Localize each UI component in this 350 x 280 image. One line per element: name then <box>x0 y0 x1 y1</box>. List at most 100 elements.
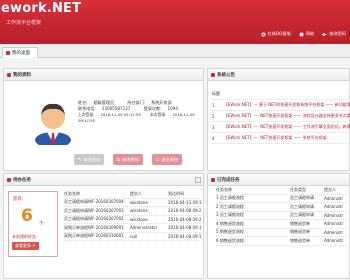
app-subtitle: 工作流平台框架 <box>6 20 42 26</box>
logout-icon: ⏻ <box>156 157 160 162</box>
desktop-icon <box>6 51 10 55</box>
header-links: 在线QQ客服 ? 帮助 修改密码 <box>261 31 346 37</box>
list-item[interactable]: 2 【EWork.NET】— .NET快速开发框架 —— 流程设计器支持更多节点… <box>212 111 350 122</box>
notice-link[interactable]: 【EWork.NET】— .NET快速开发框架 —— 系统平台框架 <box>224 135 350 141</box>
table-row[interactable]: 2 员工请假流程 员工请假申请 Administr <box>216 203 350 212</box>
last-login-value: 2016-11-09 09:12:59 <box>100 112 141 117</box>
submitter: Administr <box>324 195 344 201</box>
table-row[interactable]: 4 销售退货流程 销售退货单 Administr <box>216 220 350 229</box>
table-row[interactable]: 采购订单流程WF-20160309001 Administrator 2016-… <box>64 224 202 233</box>
task-name-text: 销售退货流程 <box>219 229 244 235</box>
notice-link[interactable]: 【EWork.NET】— 基于.NET的快速开发和系统平台框架 —— 新功能发布… <box>224 102 350 108</box>
arrival-time: 2016-04-08 09:1 <box>168 225 202 231</box>
help-label: 帮助 <box>305 31 315 36</box>
name-value: 超级管理员 <box>93 100 115 105</box>
change-password-button[interactable]: ⚿ 修改密码 <box>113 154 143 165</box>
task-name[interactable]: 员工请假申请WF-20160307002 <box>64 216 130 222</box>
list-item[interactable]: 3 【EWork.NET】— .NET快速开发框架 —— 工作流引擎全面优化，新… <box>212 122 350 133</box>
profile-panel: 我的资料 姓名: 超级管理员 所在部门: 系统开发部 联系电话: 1300558712… <box>3 68 204 171</box>
change-password-label: 修改密码 <box>329 31 346 36</box>
task-name[interactable]: 2 员工请假流程 <box>216 204 290 210</box>
table-row[interactable]: 员工请假申请WF-20160307003 wikstone 2016-04-08… <box>64 207 202 216</box>
column-header: 任务名称 <box>64 190 80 196</box>
profile-info: 姓名: 超级管理员 所在部门: 系统开发部 联系电话: 13005587127 登录次… <box>78 100 203 124</box>
done-table: 任务名称 任务类型 提交人 1 员工请假流程 员工请假申请 Administr … <box>216 186 350 246</box>
arrival-time: 2016-04-08 09:2 <box>168 208 202 214</box>
task-name-text: 员工请假流程 <box>219 212 244 218</box>
panel-icon <box>7 177 11 182</box>
task-name-text: 销售退货流程 <box>219 237 244 243</box>
column-header: 提交人 <box>130 190 142 196</box>
lock-icon: ⚿ <box>117 157 121 162</box>
table-row[interactable]: 5 销售退货流程 销售退货单 Administr <box>216 229 350 237</box>
task-name[interactable]: 1 员工请假流程 <box>216 195 290 201</box>
arrival-time: 2016-04-08 09:1 <box>168 233 202 239</box>
todo-box-label: 您有: <box>13 197 24 202</box>
todo-unit: 个 <box>39 221 45 227</box>
qq-support-link[interactable]: 在线QQ客服 <box>261 31 291 37</box>
panel-menu-button[interactable] <box>195 177 201 183</box>
todo-table: 任务名称 提交人 到达时间 员工请假申请WF-20160307004 wikst… <box>64 190 202 241</box>
table-row[interactable]: 员工请假申请WF-20160307004 wikstone 2016-04-11… <box>64 199 202 207</box>
help-icon: ? <box>299 32 304 36</box>
notice-link[interactable]: 【EWork.NET】— .NET快速开发框架 —— 工作流引擎全面优化，新增子… <box>224 124 350 130</box>
todo-summary-box: 您有: 6 个 未处理的任务 查看更多 > <box>8 191 58 257</box>
notice-link[interactable]: 【EWork.NET】— .NET快速开发框架 —— 流程设计器支持更多节点类型… <box>224 113 350 119</box>
list-item[interactable]: 1 【EWork.NET】— 基于.NET的快速开发和系统平台框架 —— 新功能… <box>212 100 350 111</box>
submitter: Administr <box>324 212 344 218</box>
task-name[interactable]: 员工请假申请WF-20160307004 <box>64 199 130 205</box>
list-item[interactable]: 4 【EWork.NET】— .NET快速开发框架 —— 系统平台框架 <box>212 133 350 144</box>
qq-support-label: 在线QQ客服 <box>267 31 291 36</box>
view-more-button[interactable]: 查看更多 > <box>12 242 39 250</box>
task-name[interactable]: 采购订单流程WF-20160310001 <box>64 233 130 239</box>
task-name[interactable]: 员工请假申请WF-20160307003 <box>64 208 130 214</box>
table-row[interactable]: 员工请假申请WF-20160307002 wikstone 2016-04-08… <box>64 216 202 224</box>
todo-panel-title: 待办任务 <box>13 177 31 183</box>
help-link[interactable]: ? 帮助 <box>299 31 314 37</box>
table-row[interactable]: 6 销售退货流程 销售退货单 Administr <box>216 237 350 246</box>
notice-num: 2 <box>212 113 215 119</box>
task-name[interactable]: 4 销售退货流程 <box>216 221 290 227</box>
tab-my-desktop[interactable]: 我的桌面 <box>2 47 38 58</box>
row-index: 1 <box>216 195 219 201</box>
task-name-text: 销售退货流程 <box>219 220 244 226</box>
user-avatar-icon <box>35 103 71 145</box>
task-name[interactable]: 3 员工请假流程 <box>216 212 290 218</box>
row-index: 3 <box>216 212 219 218</box>
submitter: Administr <box>324 204 344 210</box>
done-panel-header: 已完成任务 <box>208 174 349 186</box>
notice-num: 4 <box>212 135 215 141</box>
table-row[interactable]: 3 员工请假流程 员工请假申请 Administr <box>216 212 350 220</box>
table-header: 任务名称 任务类型 提交人 <box>216 186 350 195</box>
phone-label: 联系电话: <box>78 106 96 111</box>
notice-num: 1 <box>212 102 215 108</box>
logout-button[interactable]: ⏻ 退出系统 <box>152 154 183 165</box>
column-header: 提交人 <box>324 186 336 192</box>
task-type: 员工请假申请 <box>290 195 314 201</box>
task-name[interactable]: 采购订单流程WF-20160309001 <box>64 225 130 231</box>
task-name[interactable]: 6 销售退货流程 <box>216 238 290 244</box>
row-index: 5 <box>216 229 219 235</box>
profile-panel-title: 我的资料 <box>13 72 31 78</box>
change-password-button-label: 修改密码 <box>122 156 139 162</box>
panel-icon <box>211 72 215 77</box>
notice-column-title: 标题 <box>212 91 220 96</box>
change-password-link[interactable]: 修改密码 <box>322 31 346 37</box>
edit-profile-label: 修改资料 <box>83 156 101 162</box>
panel-icon <box>7 72 11 77</box>
task-type: 销售退货单 <box>290 229 310 235</box>
done-panel: 已完成任务 任务名称 任务类型 提交人 1 员工请假流程 员工请假申请 Admi… <box>207 173 350 279</box>
table-row[interactable]: 1 员工请假流程 员工请假申请 Administr <box>216 195 350 203</box>
last-login-label: 上次登录: <box>78 112 95 117</box>
table-row[interactable]: 采购订单流程WF-20160310001 null 2016-04-08 09:… <box>64 233 202 241</box>
row-index: 6 <box>216 237 219 243</box>
submitter: Administr <box>324 238 344 244</box>
dept-label: 所在部门: <box>127 100 146 105</box>
todo-hint: 未处理的任务 <box>12 234 36 239</box>
done-panel-title: 已完成任务 <box>217 177 240 183</box>
key-icon <box>322 32 327 36</box>
phone-value: 13005587127 <box>101 106 131 111</box>
edit-profile-button[interactable]: ✎ 修改资料 <box>74 154 105 165</box>
task-name[interactable]: 5 销售退货流程 <box>216 229 290 235</box>
submitter: wikstone <box>130 216 148 222</box>
